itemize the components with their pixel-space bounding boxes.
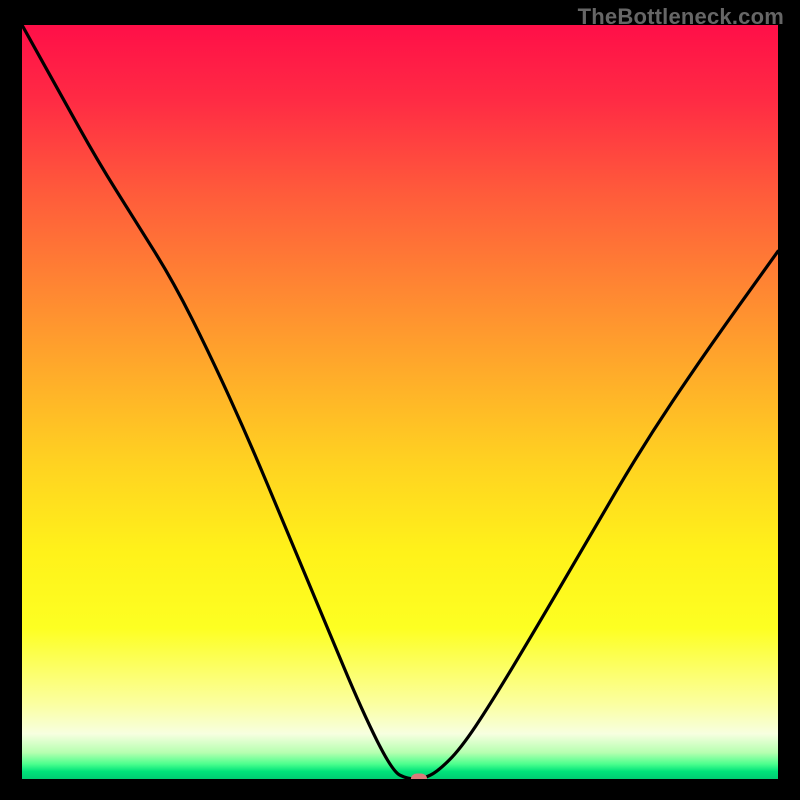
plot-area — [22, 25, 778, 779]
chart-frame: TheBottleneck.com — [0, 0, 800, 800]
bottleneck-curve — [22, 25, 778, 779]
watermark-text: TheBottleneck.com — [578, 4, 784, 30]
optimum-marker — [411, 774, 427, 780]
